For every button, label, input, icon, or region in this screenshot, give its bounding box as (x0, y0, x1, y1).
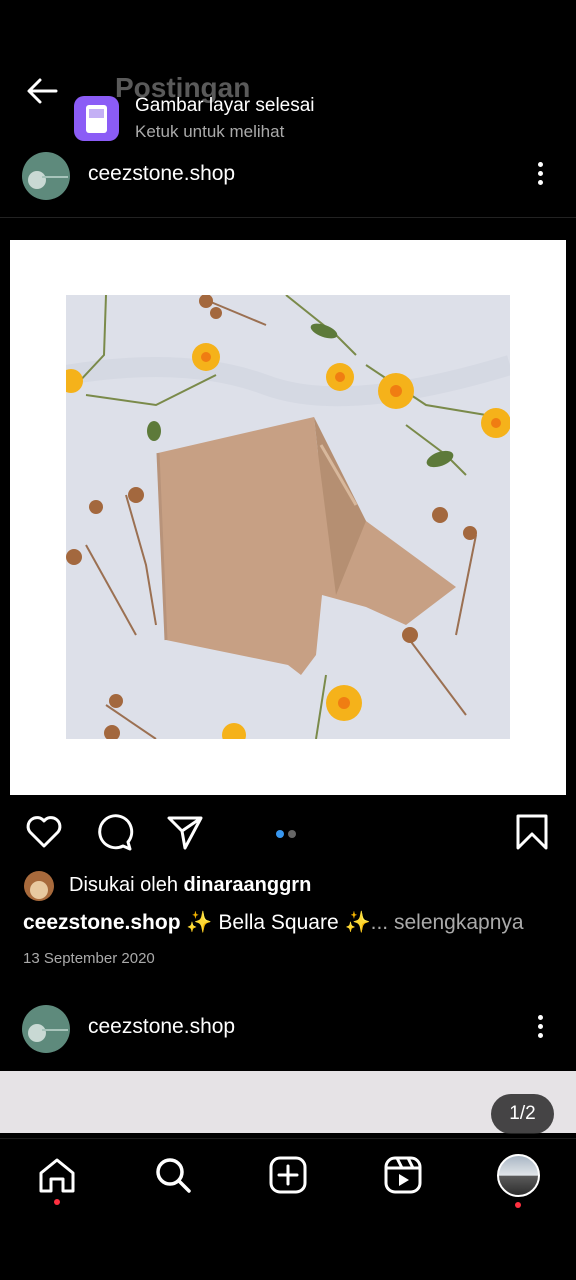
comment-icon[interactable] (95, 812, 135, 852)
heart-icon[interactable] (24, 812, 64, 852)
reels-icon[interactable] (383, 1155, 423, 1195)
see-more-link[interactable]: ... selengkapnya (371, 911, 524, 934)
liker-username[interactable]: dinaraanggrn (184, 874, 312, 896)
carousel-dot-active (276, 830, 284, 838)
notification-dot (515, 1202, 521, 1208)
bottom-navigation (0, 1138, 576, 1280)
liker-avatar (24, 871, 54, 901)
screenshot-toast[interactable]: Gambar layar selesai Ketuk untuk melihat (74, 95, 374, 144)
back-arrow-icon[interactable] (22, 72, 62, 112)
post-username[interactable]: ceezstone.shop (88, 162, 235, 186)
likes-text: Disukai oleh dinaraanggrn (69, 874, 312, 896)
post-image[interactable] (0, 1071, 576, 1133)
caption: ceezstone.shop ✨ Bella Square ✨... selen… (23, 911, 524, 935)
post-username[interactable]: ceezstone.shop (88, 1015, 235, 1039)
post-image[interactable] (10, 240, 566, 795)
post-date: 13 September 2020 (23, 950, 155, 967)
carousel-counter: 1/2 (491, 1094, 554, 1134)
home-icon[interactable] (37, 1155, 77, 1195)
divider (0, 217, 576, 218)
post-header: ceezstone.shop (0, 144, 576, 208)
product-photo (66, 295, 510, 739)
toast-title: Gambar layar selesai (135, 95, 315, 116)
likes-row[interactable]: Disukai oleh dinaraanggrn (24, 870, 564, 902)
post-header: ceezstone.shop (0, 997, 576, 1061)
carousel-indicator (276, 825, 300, 843)
profile-avatar[interactable] (497, 1154, 540, 1197)
top-bar: Postingan Gambar layar selesai Ketuk unt… (0, 60, 576, 141)
search-icon[interactable] (153, 1155, 193, 1195)
notification-dot (54, 1199, 60, 1205)
caption-username[interactable]: ceezstone.shop (23, 911, 181, 934)
screenshot-icon (74, 96, 119, 141)
post-actions (0, 808, 576, 854)
bookmark-icon[interactable] (512, 812, 552, 852)
caption-text: Bella Square (218, 911, 339, 934)
avatar[interactable] (22, 1005, 70, 1053)
sparkle-icon: ✨ (344, 911, 371, 934)
avatar[interactable] (22, 152, 70, 200)
carousel-dot (288, 830, 296, 838)
more-options-icon[interactable] (530, 158, 550, 194)
sparkle-icon: ✨ (186, 911, 213, 934)
plus-square-icon[interactable] (268, 1155, 308, 1195)
toast-subtitle: Ketuk untuk melihat (135, 122, 285, 141)
send-icon[interactable] (165, 812, 205, 852)
more-options-icon[interactable] (530, 1011, 550, 1047)
